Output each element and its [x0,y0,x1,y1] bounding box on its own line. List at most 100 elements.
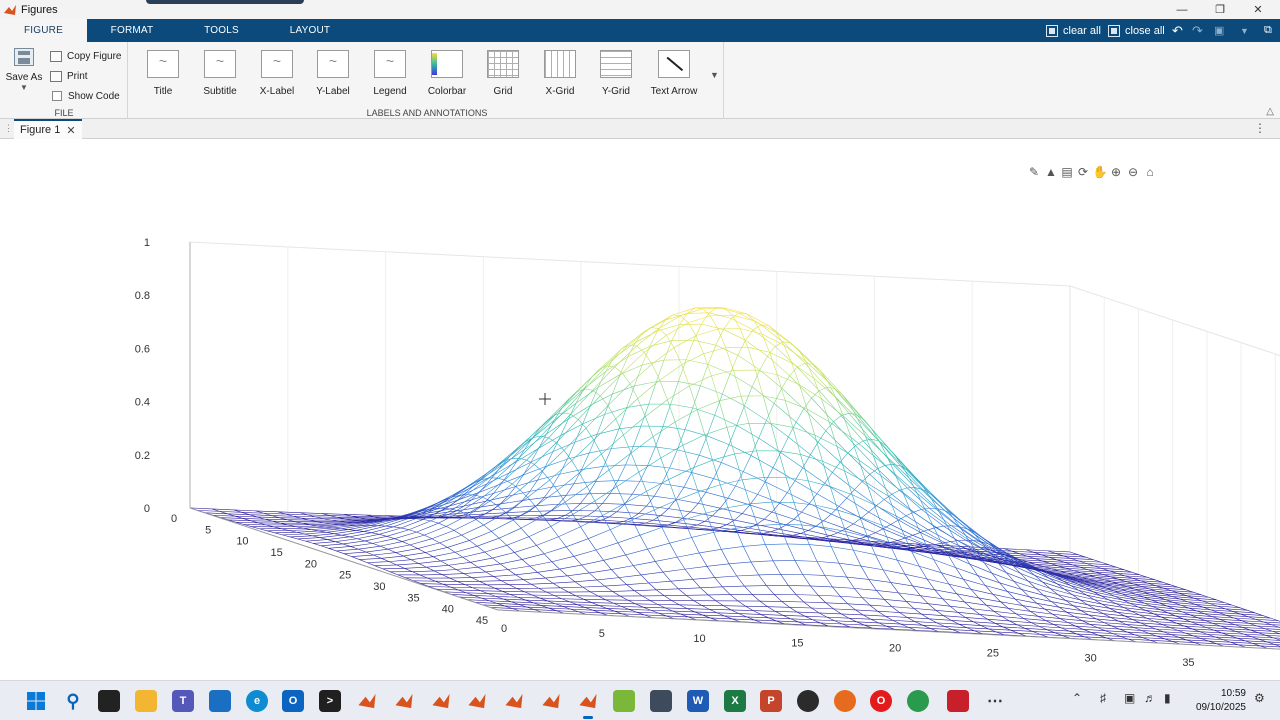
github-icon[interactable] [797,690,819,712]
microphone-icon[interactable]: ♯ [1100,691,1106,705]
store-icon[interactable] [209,690,231,712]
opera-icon[interactable]: O [870,690,892,712]
mesh-segment [794,560,803,575]
outlook-icon[interactable]: O [282,690,304,712]
copy-figure-button[interactable]: Copy Figure [50,48,121,64]
clear-all-button[interactable]: clear all [1046,19,1101,42]
matlab-taskbar-icon[interactable] [430,690,452,712]
mesh-segment [883,599,893,607]
legend-button[interactable]: Legend [362,50,418,97]
mesh-segment [611,446,634,449]
teams-icon[interactable]: T [172,690,194,712]
show-code-checkbox[interactable]: Show Code [52,88,120,104]
mesh-segment [759,355,768,371]
subtitle-button[interactable]: Subtitle [192,50,248,97]
snipping-tool-icon[interactable] [650,690,672,712]
matlab-taskbar-icon[interactable] [577,690,599,719]
mesh-segment [545,575,568,579]
firefox-icon[interactable] [834,690,856,712]
mesh-segment [650,327,659,329]
mesh-segment [409,544,418,549]
chrome-icon[interactable] [907,690,929,712]
mesh-segment [815,504,838,511]
colorbar-button[interactable]: Colorbar [419,50,475,97]
tab-figure[interactable]: FIGURE [0,19,87,42]
ygrid-button[interactable]: Y-Grid [588,50,644,97]
tab-layout[interactable]: LAYOUT [266,19,354,42]
mesh-segment [723,318,732,330]
mesh-segment [632,493,655,497]
help-dropdown-icon[interactable]: ▼ [1240,19,1249,42]
matlab-taskbar-icon[interactable] [356,690,378,712]
mesh-segment [816,493,840,507]
mesh-segment [372,538,395,544]
figure-canvas[interactable]: ✎ ▲ ▤ ⟳ ✋ ⊕ ⊖ ⌂ 0 0.2 0.4 0.6 0.8 1 0 5 10 15 20 25… [0,140,1280,680]
close-tab-icon[interactable]: ✕ [66,124,75,137]
matlab-taskbar-icon[interactable] [466,690,488,712]
mesh-segment [523,579,532,585]
collapse-ribbon-icon[interactable]: △ [1266,106,1274,117]
mesh-segment [736,575,745,587]
task-view-icon[interactable] [98,690,120,712]
close-all-button[interactable]: close all [1108,19,1165,42]
grid-button[interactable]: Grid [475,50,531,97]
tab-tools[interactable]: TOOLS [177,19,266,42]
windows-start-icon[interactable] [25,690,47,712]
redo-icon[interactable]: ↷ [1192,19,1203,42]
mesh-segment [822,460,845,472]
document-options-icon[interactable]: ⋮ [1254,121,1266,135]
more-apps-icon[interactable]: ⋯ [984,690,1006,712]
mesh-segment [1107,592,1130,598]
search-icon[interactable]: ⚲ [62,690,84,712]
battery-icon[interactable]: ▮ [1164,691,1171,705]
print-button[interactable]: Print [50,68,88,84]
xlabel-button[interactable]: X-Label [249,50,305,97]
network-icon[interactable]: ▣ [1124,691,1135,705]
terminal-icon[interactable]: > [319,690,341,712]
minimize-button[interactable]: — [1163,0,1201,19]
mesh-segment [800,454,809,481]
tab-format[interactable]: FORMAT [87,19,177,42]
clock[interactable]: 10:59 09/10/2025 [1188,687,1246,715]
save-as-button[interactable]: Save As ▼ [4,48,44,92]
mesh-segment [374,564,397,566]
ylabel-button[interactable]: Y-Label [305,50,361,97]
mesh-segment [658,612,681,615]
drag-grip-icon[interactable]: ⋮ [4,123,13,134]
mesh-segment [431,538,440,544]
matlab-taskbar-icon[interactable] [393,690,415,712]
tray-chevron-icon[interactable]: ⌃ [1072,691,1082,705]
powerpoint-icon[interactable]: P [760,690,782,712]
notifications-icon[interactable]: ⚙ [1254,691,1265,705]
word-icon[interactable]: W [687,690,709,712]
mesh-segment [682,434,705,446]
mesh-segment [637,522,646,525]
mesh-segment [860,565,884,571]
excel-icon[interactable]: X [724,690,746,712]
more-gallery-caret-icon[interactable]: ▼ [710,70,719,80]
save-icon[interactable]: ▣ [1214,19,1224,42]
edge-icon[interactable]: e [246,690,268,712]
pdf-reader-icon[interactable] [947,690,969,712]
surface-plot[interactable]: 00.20.40.60.810510152025303540450 5 10 15 20… [0,140,1280,680]
mesh-segment [907,617,930,620]
mesh-segment [1064,588,1087,596]
mesh-segment [662,568,686,573]
title-button[interactable]: Title [135,50,191,97]
undo-icon[interactable]: ↶ [1172,19,1183,42]
volume-icon[interactable]: ♬ [1144,691,1156,705]
file-explorer-icon[interactable] [135,690,157,712]
restore-button[interactable]: ❐ [1201,0,1239,19]
mesh-segment [682,511,691,519]
xgrid-button[interactable]: X-Grid [532,50,588,97]
text-arrow-button[interactable]: Text Arrow [645,50,703,97]
matlab-taskbar-icon[interactable] [540,690,562,712]
tab-figure-1[interactable]: Figure 1 ✕ [14,119,82,139]
matlab-taskbar-icon[interactable] [503,690,525,712]
mesh-segment [680,308,703,317]
mesh-segment [942,598,965,603]
close-window-button[interactable]: ✕ [1239,0,1277,19]
undock-icon[interactable]: ⧉ [1264,19,1272,42]
mesh-segment [401,519,424,529]
chart-app-icon[interactable] [613,690,635,712]
